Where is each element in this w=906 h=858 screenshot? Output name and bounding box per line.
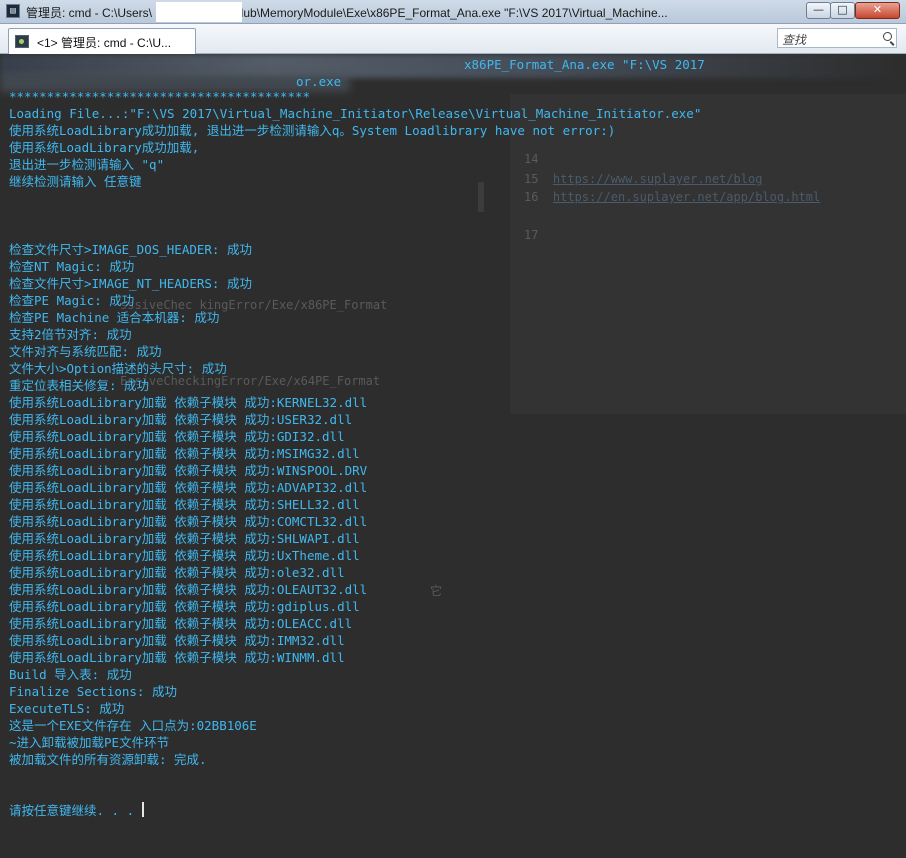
console-line: 使用系统LoadLibrary成功加载, 退出进一步检测请输入q。System … (9, 123, 616, 138)
ghost-num: 15 (524, 172, 539, 186)
console-line: 使用系统LoadLibrary加载 依赖子模块 成功:OLEAUT32.dll (9, 582, 368, 597)
console-line: 文件对齐与系统匹配: 成功 (9, 344, 162, 359)
console-tab-icon (15, 35, 29, 48)
console-line: 使用系统LoadLibrary加载 依赖子模块 成功:WINSPOOL.DRV (9, 463, 368, 478)
console-line: ExecuteTLS: 成功 (9, 701, 125, 716)
console-line: 检查NT Magic: 成功 (9, 259, 135, 274)
ghost-line-num: 16 https://en.suplayer.net/app/blog.html (524, 190, 820, 204)
console-line: 使用系统LoadLibrary加载 依赖子模块 成功:UxTheme.dll (9, 548, 360, 563)
console-line: ~进入卸载被加载PE文件环节 (9, 735, 170, 750)
console-line: 使用系统LoadLibrary加载 依赖子模块 成功:KERNEL32.dll (9, 395, 368, 410)
console-line: **************************************** (9, 89, 311, 104)
redacted-area (156, 2, 242, 22)
console-line: 使用系统LoadLibrary加载 依赖子模块 成功:ole32.dll (9, 565, 345, 580)
console-line: 检查PE Machine 适合本机器: 成功 (9, 310, 220, 325)
maximize-button[interactable]: □ (830, 2, 855, 19)
console-header-fragment: x86PE_Format_Ana.exe "F:\VS 2017 (464, 57, 705, 72)
ghost-num: 16 (524, 190, 539, 204)
console-line: 使用系统LoadLibrary加载 依赖子模块 成功:OLEACC.dll (9, 616, 353, 631)
console-line: 支持2倍节对齐: 成功 (9, 327, 132, 342)
console-line: 这是一个EXE文件存在 入口点为:02BB106E (9, 718, 257, 733)
search-icon[interactable] (883, 32, 892, 41)
console-line: 使用系统LoadLibrary加载 依赖子模块 成功:GDI32.dll (9, 429, 345, 444)
console-line: 使用系统LoadLibrary加载 依赖子模块 成功:USER32.dll (9, 412, 353, 427)
console-line: Build 导入表: 成功 (9, 667, 132, 682)
console-line: 使用系统LoadLibrary加载 依赖子模块 成功:COMCTL32.dll (9, 514, 368, 529)
console-line: 使用系统LoadLibrary加载 依赖子模块 成功:ADVAPI32.dll (9, 480, 368, 495)
background-window: 14 15 https://www.suplayer.net/blog 16 h… (510, 94, 906, 414)
title-bar: ▤ 管理员: cmd - C:\Users\ Documents\GitHub\… (0, 0, 906, 24)
ghost-line-num: 17 (524, 228, 539, 242)
text-cursor (142, 802, 145, 817)
console-line: 使用系统LoadLibrary加载 依赖子模块 成功:SHLWAPI.dll (9, 531, 360, 546)
window-title: 管理员: cmd - C:\Users\ Documents\GitHub\Me… (26, 6, 668, 20)
tab-label: <1> 管理员: cmd - C:\U... (37, 36, 172, 50)
tab-bar: <1> 管理员: cmd - C:\U... 查找 (0, 24, 906, 54)
console-line: 检查PE Magic: 成功 (9, 293, 135, 308)
console-icon[interactable]: ▤ (6, 4, 20, 18)
console-line: 使用系统LoadLibrary加载 依赖子模块 成功:MSIMG32.dll (9, 446, 360, 461)
tab-console-1[interactable]: <1> 管理员: cmd - C:\U... (8, 28, 196, 54)
console-line: Loading File...:"F:\VS 2017\Virtual_Mach… (9, 106, 702, 121)
console-line: 退出进一步检测请输入 "q" (9, 157, 165, 172)
console-line: Finalize Sections: 成功 (9, 684, 177, 699)
ghost-char: 它 (430, 584, 443, 598)
search-input[interactable]: 查找 (777, 28, 897, 48)
console-line: 文件大小>Option描述的头尺寸: 成功 (9, 361, 227, 376)
console-line: 使用系统LoadLibrary加载 依赖子模块 成功:WINMM.dll (9, 650, 345, 665)
minimize-button[interactable]: — (806, 2, 831, 19)
console-output[interactable]: 14 15 https://www.suplayer.net/blog 16 h… (0, 54, 906, 858)
ghost-line-num: 15 https://www.suplayer.net/blog (524, 172, 762, 186)
console-line: 检查文件尺寸>IMAGE_DOS_HEADER: 成功 (9, 242, 252, 257)
console-line: 使用系统LoadLibrary加载 依赖子模块 成功:gdiplus.dll (9, 599, 360, 614)
ghost-link: https://www.suplayer.net/blog (552, 172, 763, 186)
console-line: 使用系统LoadLibrary成功加载, (9, 140, 200, 155)
background-scroll (478, 182, 484, 212)
console-line: 使用系统LoadLibrary加载 依赖子模块 成功:SHELL32.dll (9, 497, 360, 512)
ghost-line-num: 14 (524, 152, 539, 166)
console-line: 继续检测请输入 任意键 (9, 174, 142, 189)
console-line: 重定位表相关修复: 成功 (9, 378, 150, 393)
search-placeholder: 查找 (782, 33, 807, 47)
ghost-link: https://en.suplayer.net/app/blog.html (552, 190, 821, 204)
console-line: 请按任意键继续. . . (9, 802, 145, 819)
console-line: 检查文件尺寸>IMAGE_NT_HEADERS: 成功 (9, 276, 252, 291)
close-button[interactable]: ✕ (855, 2, 900, 19)
console-line: 被加载文件的所有资源卸载: 完成. (9, 752, 207, 767)
console-line: 使用系统LoadLibrary加载 依赖子模块 成功:IMM32.dll (9, 633, 345, 648)
